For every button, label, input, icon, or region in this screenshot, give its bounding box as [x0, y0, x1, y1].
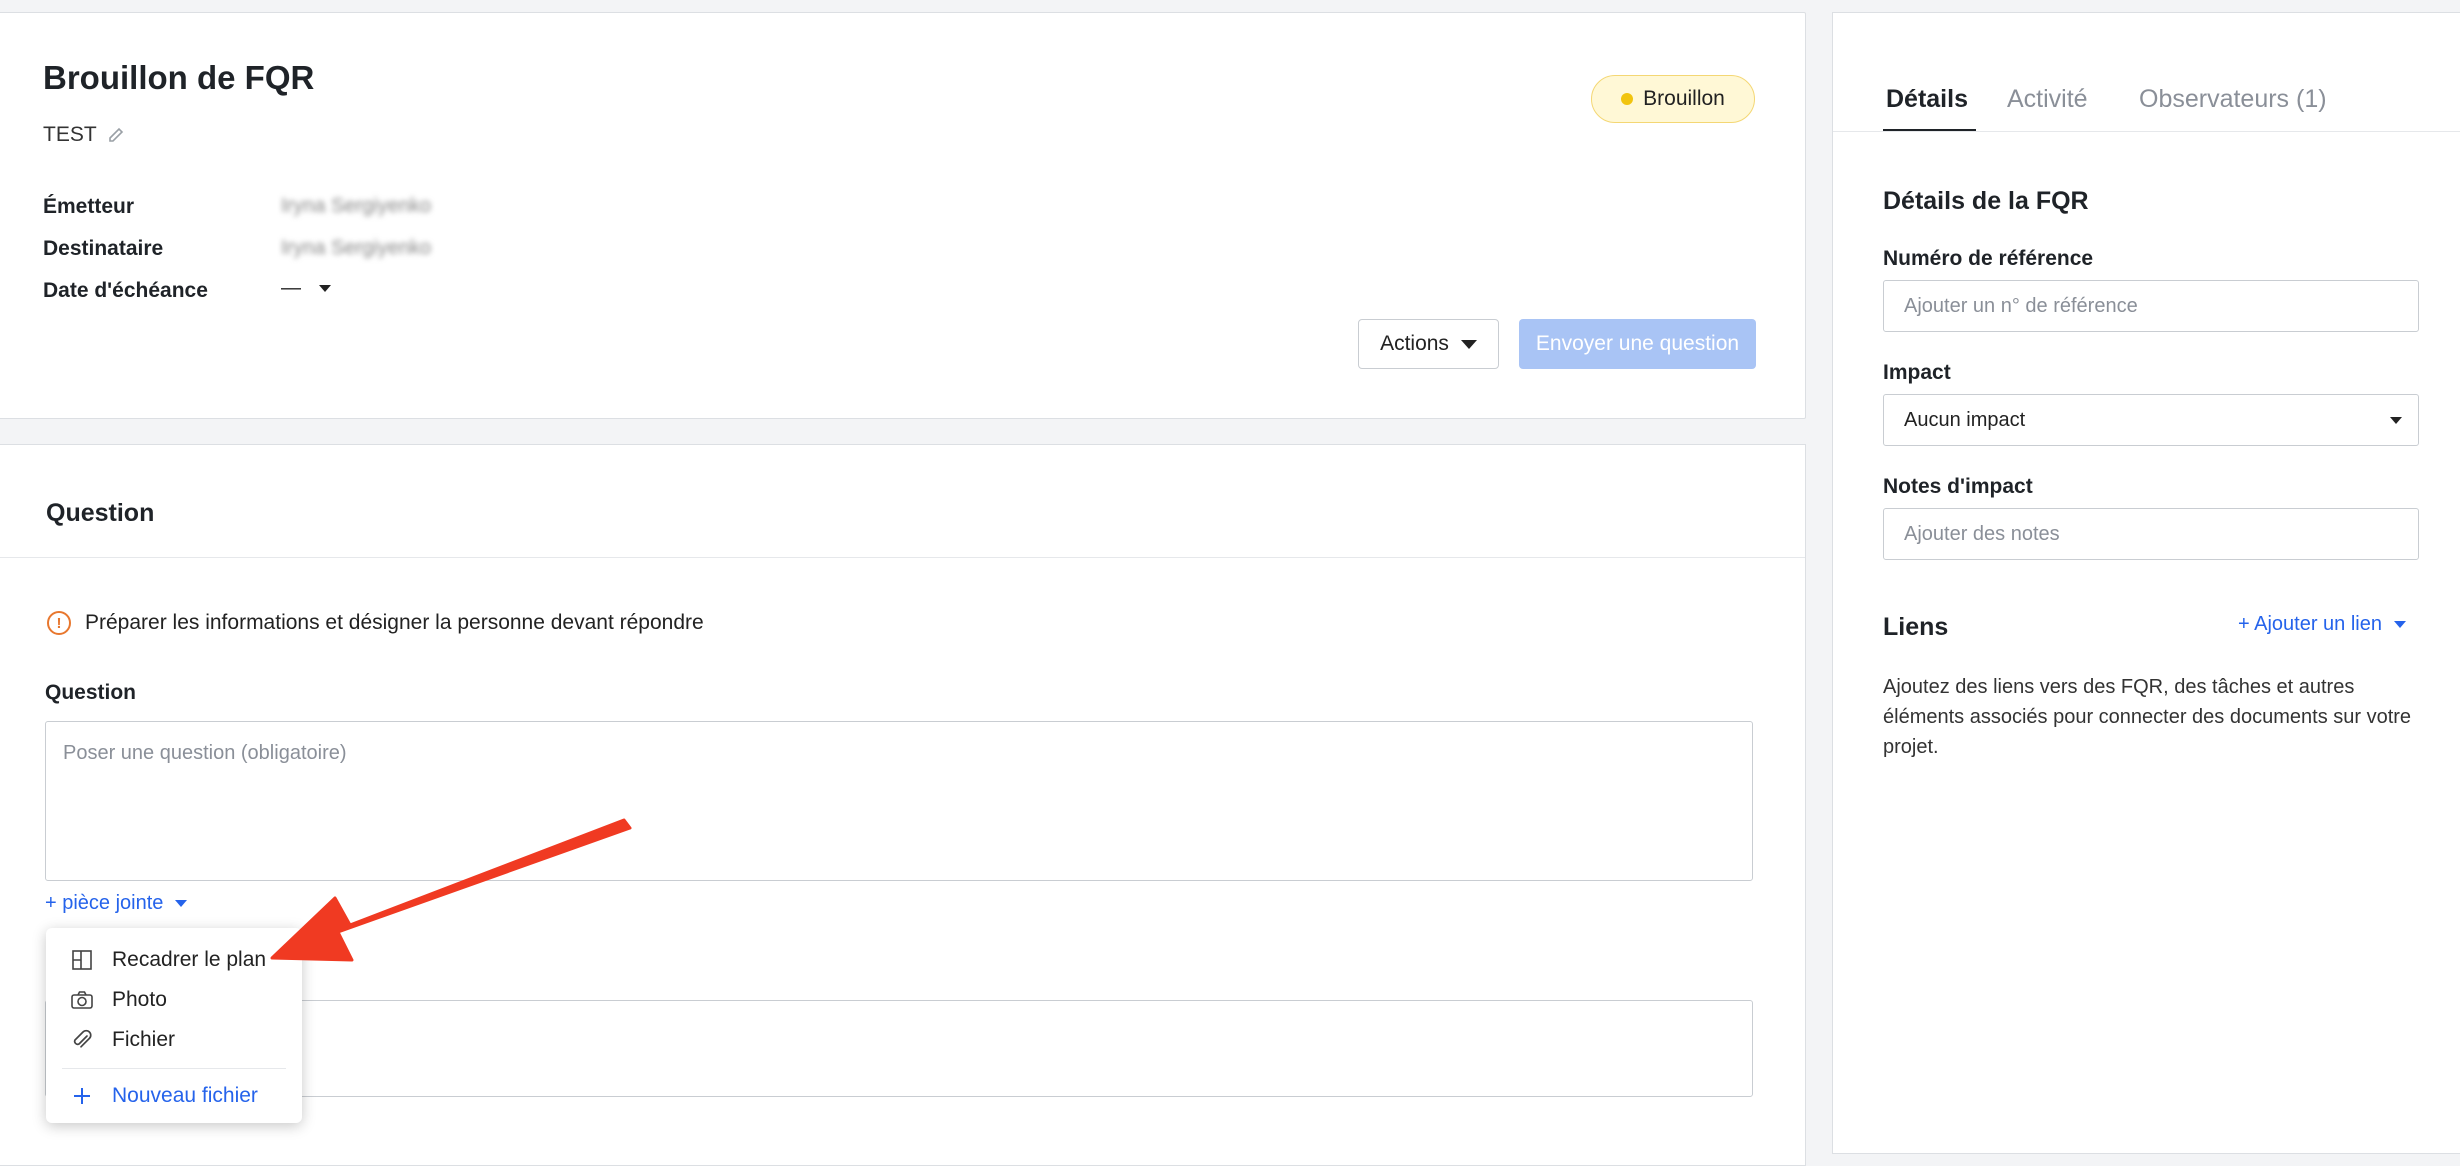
chevron-down-icon: [1460, 339, 1477, 349]
sender-label: Émetteur: [43, 195, 135, 218]
tab-details[interactable]: Détails: [1886, 85, 1968, 114]
impact-value: Aucun impact: [1904, 408, 2026, 431]
menu-item-label: Photo: [112, 988, 167, 1011]
chevron-down-icon: [175, 900, 188, 907]
add-link-label: + Ajouter un lien: [2238, 613, 2382, 635]
impact-notes-placeholder: Ajouter des notes: [1904, 522, 2060, 545]
tabs-divider: [1833, 131, 2460, 132]
impact-select[interactable]: Aucun impact: [1883, 394, 2419, 446]
impact-notes-input[interactable]: Ajouter des notes: [1883, 508, 2419, 560]
menu-item-label: Recadrer le plan: [112, 948, 267, 971]
attachment-menu: Recadrer le plan Photo Fichier Nouveau f…: [46, 928, 302, 1123]
due-date-select[interactable]: —: [281, 277, 331, 300]
links-help-text: Ajoutez des liens vers des FQR, des tâch…: [1883, 676, 2412, 758]
links-title: Liens: [1883, 613, 1949, 641]
impact-label: Impact: [1883, 361, 1951, 384]
chevron-down-icon: [319, 285, 331, 292]
menu-item-photo[interactable]: Photo: [46, 980, 302, 1020]
actions-button[interactable]: Actions: [1358, 319, 1499, 369]
plus-icon: [68, 1085, 96, 1107]
question-placeholder: Poser une question (obligatoire): [63, 742, 347, 764]
page-title: Brouillon de FQR: [43, 59, 315, 96]
menu-item-new-file[interactable]: Nouveau fichier: [46, 1076, 302, 1116]
subtitle: TEST: [43, 123, 97, 146]
rfi-details-title: Détails de la FQR: [1883, 187, 2089, 215]
crop-plan-icon: [68, 948, 96, 972]
warning-icon: !: [47, 611, 71, 635]
recipient-label: Destinataire: [43, 237, 164, 260]
section-divider: [0, 557, 1805, 558]
add-attachment-link[interactable]: + pièce jointe: [45, 892, 188, 915]
recipient-value: Iryna Sergiyenko: [281, 237, 432, 259]
tab-activity[interactable]: Activité: [2007, 85, 2088, 114]
due-date-value: —: [281, 277, 301, 299]
rfi-header-card: Brouillon de FQR TEST Brouillon Émetteur…: [0, 12, 1806, 419]
menu-item-label: Fichier: [112, 1028, 176, 1051]
tab-observers[interactable]: Observateurs (1): [2139, 85, 2327, 114]
due-date-label: Date d'échéance: [43, 279, 208, 302]
question-section-title: Question: [46, 499, 155, 527]
status-dot-icon: [1621, 93, 1634, 105]
impact-notes-label: Notes d'impact: [1883, 475, 2033, 498]
edit-pencil-icon[interactable]: [107, 126, 125, 144]
menu-divider: [62, 1068, 286, 1069]
question-field-label: Question: [45, 681, 137, 704]
actions-label: Actions: [1380, 332, 1449, 355]
menu-item-label: Nouveau fichier: [112, 1084, 258, 1107]
status-badge: Brouillon: [1591, 75, 1755, 123]
status-label: Brouillon: [1643, 87, 1725, 110]
reference-label: Numéro de référence: [1883, 247, 2094, 270]
camera-icon: [68, 989, 96, 1011]
warning-message: Préparer les informations et désigner la…: [85, 611, 704, 634]
paperclip-icon: [68, 1028, 96, 1052]
details-sidebar: Détails Activité Observateurs (1) Détail…: [1832, 12, 2460, 1154]
chevron-down-icon: [2394, 621, 2406, 628]
send-question-button[interactable]: Envoyer une question: [1519, 319, 1756, 369]
add-attachment-label: + pièce jointe: [45, 892, 164, 914]
menu-item-crop-plan[interactable]: Recadrer le plan: [46, 940, 302, 980]
subtitle-row: TEST: [43, 123, 125, 147]
reference-placeholder: Ajouter un n° de référence: [1904, 294, 2138, 317]
chevron-down-icon: [2390, 416, 2402, 424]
sender-value: Iryna Sergiyenko: [281, 195, 432, 217]
add-link-button[interactable]: + Ajouter un lien: [2238, 613, 2406, 636]
reference-input[interactable]: Ajouter un n° de référence: [1883, 280, 2419, 332]
menu-item-file[interactable]: Fichier: [46, 1020, 302, 1060]
question-textarea[interactable]: Poser une question (obligatoire): [45, 721, 1753, 881]
